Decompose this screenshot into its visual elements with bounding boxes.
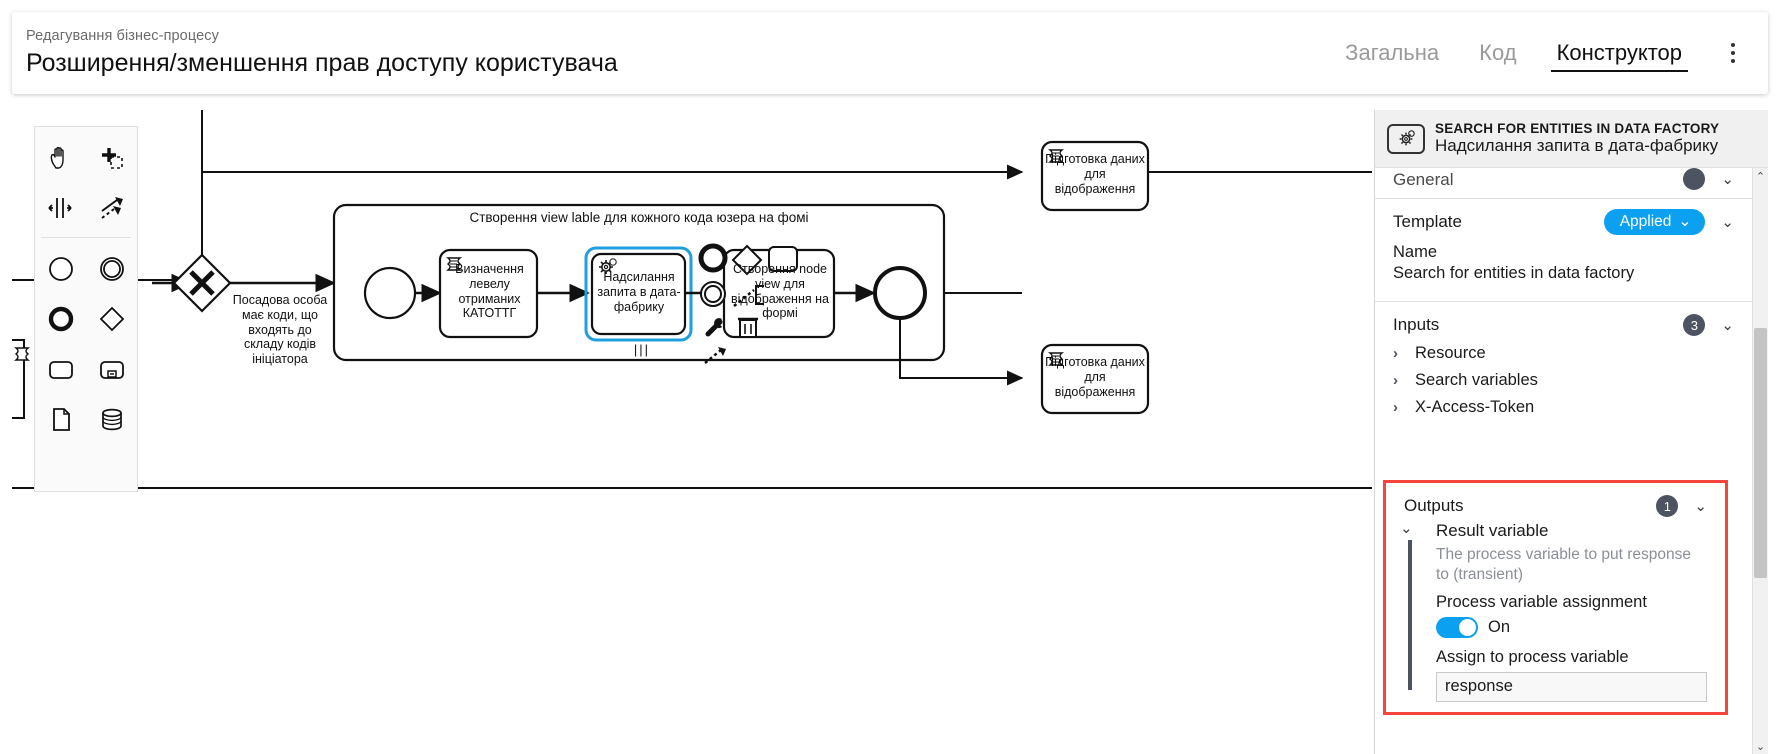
gateway-label: Посадова особа має коди, що входять до с… [232,293,328,366]
header-titles: Редагування бізнес-процесу Розширення/зм… [12,27,1325,79]
divider-2 [1375,301,1752,302]
exclusive-gateway [172,253,232,313]
input-item-label: Search variables [1415,371,1538,389]
subprocess-label: Створення view lable для кожного кода юз… [469,210,809,225]
data-store-icon[interactable] [86,394,137,444]
properties-element-type: SEARCH FOR ENTITIES IN DATA FACTORY [1435,120,1720,136]
chevron-right-icon: › [1393,399,1398,416]
task-label-3: Створення node view для відображення на … [731,262,829,321]
lasso-tool-icon[interactable] [86,133,137,183]
result-variable-chevron-icon[interactable]: ⌄ [1400,521,1413,536]
chevron-right-icon: › [1393,345,1398,362]
process-variable-assignment-toggle-row: On [1436,616,1707,638]
input-item-x-access-token[interactable]: › X-Access-Token [1375,394,1752,421]
input-item-label: Resource [1415,344,1486,362]
task-icon[interactable] [35,344,86,394]
header-tabs: Загальна Код Конструктор [1325,12,1768,94]
assign-to-process-variable-label: Assign to process variable [1436,647,1629,666]
template-section-chevron-icon[interactable]: ⌄ [1721,215,1734,230]
properties-header-text: SEARCH FOR ENTITIES IN DATA FACTORY Надс… [1435,121,1719,156]
section-general-label: General [1393,170,1454,189]
intermediate-event-icon[interactable] [86,244,137,294]
tab-code[interactable]: Код [1459,26,1536,80]
tab-constructor[interactable]: Конструктор [1537,26,1702,80]
task-label-4: Підготовка даних для відображення [1045,152,1145,196]
scroll-down-arrow-icon[interactable]: ⌄ [1753,738,1768,754]
result-variable-block: ⌄ Result variable The process variable t… [1386,521,1725,702]
gear-task-icon [1387,123,1425,154]
process-variable-assignment-toggle[interactable] [1436,616,1478,638]
end-event [873,266,927,320]
outputs-count-badge: 1 [1656,495,1679,517]
result-group-bar [1408,540,1412,690]
divider [1375,198,1752,199]
subprocess-marker: ||| [633,342,651,357]
data-object-icon[interactable] [35,394,86,444]
process-variable-assignment-label: Process variable assignment [1436,592,1647,611]
palette-tools-group [35,133,137,233]
start-event-icon[interactable] [35,244,86,294]
assign-to-process-variable-input[interactable] [1436,671,1707,702]
general-badge [1683,168,1706,190]
kebab-menu-icon[interactable] [1716,33,1750,73]
row-template[interactable]: Template Applied ⌄ ⌄ [1375,207,1752,237]
properties-content: General ⌄ Template Applied ⌄ ⌄ Name Sear… [1375,168,1752,754]
result-variable-body: Result variable The process variable to … [1436,521,1707,702]
name-label: Name [1393,243,1438,261]
properties-scrollbar[interactable]: ⌃ ⌄ [1752,168,1768,754]
subprocess-icon[interactable] [86,344,137,394]
input-item-label: X-Access-Token [1415,398,1535,416]
hand-tool-icon[interactable] [35,133,86,183]
properties-element-name: Надсилання запита в дата-фабрику [1435,136,1719,156]
section-general[interactable]: General ⌄ [1375,168,1752,190]
input-item-resource[interactable]: › Resource [1375,340,1752,367]
palette-shapes-group [35,244,137,444]
section-outputs[interactable]: Outputs 1 ⌄ [1386,491,1725,521]
chevron-down-icon[interactable]: ⌄ [1678,212,1691,231]
palette-divider [41,237,131,238]
template-label: Template [1393,212,1462,231]
template-status-badge[interactable]: Applied ⌄ [1603,209,1706,235]
breadcrumb: Редагування бізнес-процесу [26,28,219,44]
app-header: Редагування бізнес-процесу Розширення/зм… [12,12,1768,94]
properties-panel[interactable]: SEARCH FOR ENTITIES IN DATA FACTORY Надс… [1374,110,1768,754]
properties-header: SEARCH FOR ENTITIES IN DATA FACTORY Надс… [1375,110,1768,168]
input-item-search-variables[interactable]: › Search variables [1375,367,1752,394]
inputs-count-badge: 3 [1683,314,1706,336]
scroll-up-arrow-icon[interactable]: ⌃ [1753,168,1768,184]
section-inputs[interactable]: Inputs 3 ⌄ [1375,310,1752,340]
app-root: Редагування бізнес-процесу Розширення/зм… [0,0,1780,754]
template-status-text: Applied [1619,212,1672,230]
task-label-1: Визначення левелу отриманих КАТОТТГ [455,262,524,321]
name-value[interactable]: Search for entities in data factory [1375,262,1752,293]
result-variable-description: The process variable to put response to … [1436,546,1692,583]
bpmn-palette[interactable] [34,126,138,492]
start-event [363,266,417,320]
task-label-5: Підготовка даних для відображення [1045,355,1145,399]
gateway-icon[interactable] [86,294,137,344]
inputs-chevron-icon[interactable]: ⌄ [1721,318,1734,333]
task-label-2: Надсилання запита в дата-фабрику [597,270,681,314]
outputs-chevron-icon[interactable]: ⌄ [1694,499,1707,514]
space-tool-icon[interactable] [35,183,86,233]
end-event-icon[interactable] [35,294,86,344]
scrollbar-thumb[interactable] [1754,328,1767,578]
outputs-label: Outputs [1404,496,1464,515]
tab-general[interactable]: Загальна [1325,26,1459,80]
chevron-right-icon: › [1393,372,1398,389]
page-title: Розширення/зменшення прав доступу корист… [26,49,618,77]
toggle-state-label: On [1488,617,1511,636]
outputs-section-highlight: Outputs 1 ⌄ ⌄ Result variable The proces… [1383,480,1728,715]
chevron-down-icon[interactable]: ⌄ [1721,172,1734,187]
connect-tool-icon[interactable] [86,183,137,233]
result-variable-title[interactable]: Result variable [1436,521,1707,541]
inputs-label: Inputs [1393,315,1440,334]
